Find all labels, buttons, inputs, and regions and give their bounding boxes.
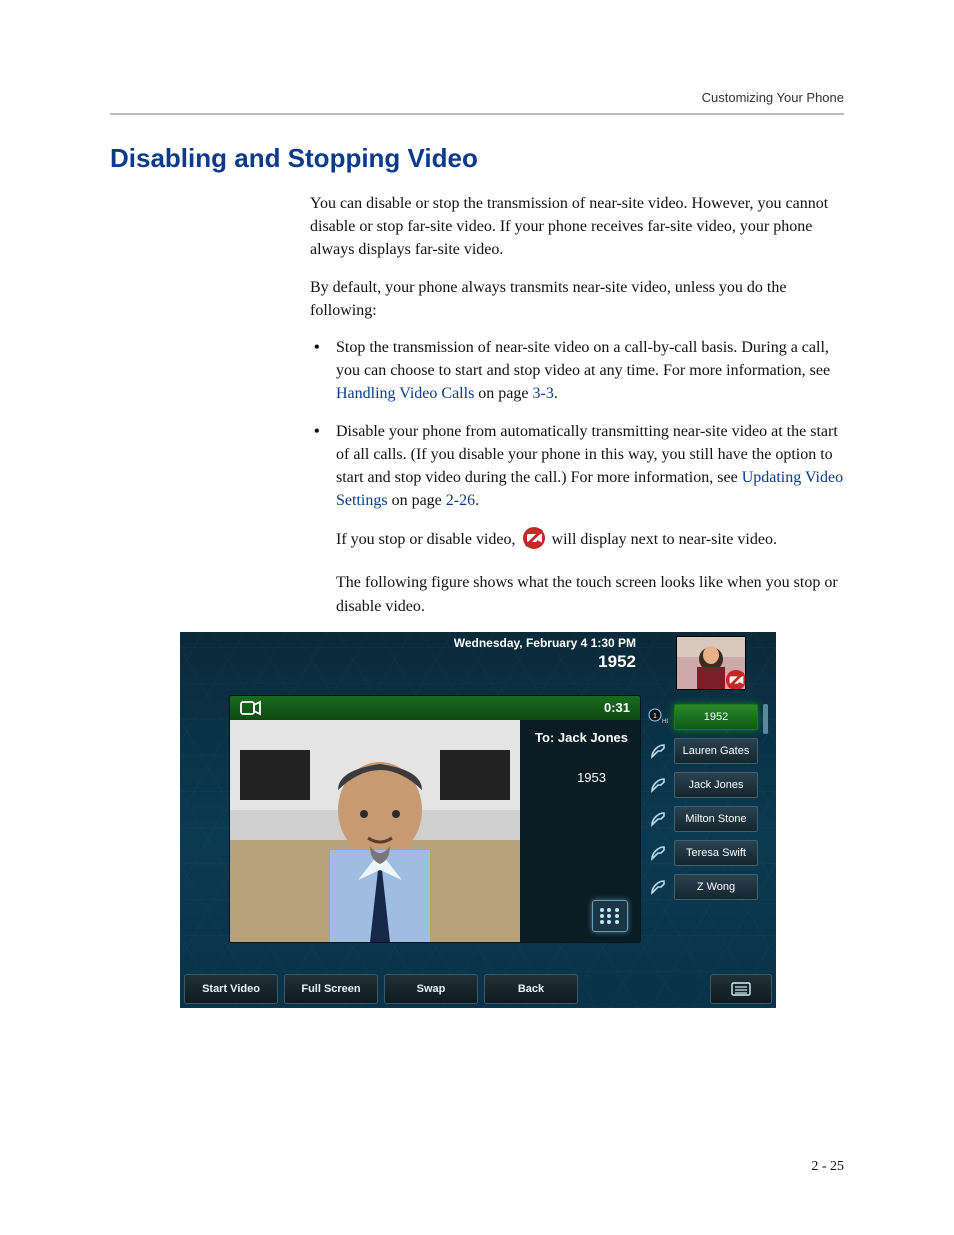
page-number: 2 - 25 [811, 1159, 844, 1175]
phone-screenshot-figure: Wednesday, February 4 1:30 PM 1952 [180, 632, 776, 1008]
call-info-pane: To: Jack Jones 1953 [520, 720, 640, 942]
speed-dial-button[interactable]: Milton Stone [674, 806, 758, 832]
section-heading: Disabling and Stopping Video [110, 143, 844, 174]
list-icon [730, 981, 752, 997]
running-header: Customizing Your Phone [110, 90, 844, 105]
list-item: Disable your phone from automatically tr… [310, 420, 844, 618]
text: on page [474, 385, 532, 402]
speed-dial-row: Milton Stone [648, 806, 758, 832]
text: . [475, 492, 479, 509]
header-rule [110, 113, 844, 115]
svg-text:HD: HD [662, 719, 668, 725]
speed-dial-icon [648, 810, 668, 828]
status-datetime: Wednesday, February 4 1:30 PM [454, 636, 636, 652]
speed-dial-button[interactable]: Lauren Gates [674, 738, 758, 764]
cross-ref-link[interactable]: Handling Video Calls [336, 385, 474, 402]
speed-dial-row: Z Wong [648, 874, 758, 900]
page-ref-link[interactable]: 3-3 [533, 385, 554, 402]
list-item: Stop the transmission of near-site video… [310, 336, 844, 406]
text: on page [388, 492, 446, 509]
keypad-button[interactable] [592, 900, 628, 932]
video-stopped-icon [725, 669, 746, 690]
call-to-label: To: Jack Jones [535, 730, 628, 745]
call-to-number: 1953 [577, 770, 606, 785]
page-ref-link[interactable]: 2-26 [446, 492, 475, 509]
softkey-swap[interactable]: Swap [384, 974, 478, 1004]
softkey-full-screen[interactable]: Full Screen [284, 974, 378, 1004]
line-hd-icon: 1 HD [648, 708, 668, 726]
paragraph: If you stop or disable video, will displ… [336, 526, 844, 557]
text: will display next to near-site video. [552, 531, 777, 548]
status-bar: Wednesday, February 4 1:30 PM 1952 [454, 636, 636, 674]
softkey-menu[interactable] [710, 974, 772, 1004]
video-stopped-icon [522, 526, 546, 557]
softkey-bar: Start Video Full Screen Swap Back [184, 974, 772, 1004]
keypad-icon [600, 908, 620, 924]
speed-dial-icon [648, 844, 668, 862]
body-column: You can disable or stop the transmission… [310, 192, 844, 618]
speed-dial-button[interactable]: Z Wong [674, 874, 758, 900]
contacts-column: 1 HD 1952 Lauren Gates Jack Jones Milton … [648, 704, 758, 908]
softkey-back[interactable]: Back [484, 974, 578, 1004]
active-call-card: 0:31 [230, 696, 640, 942]
line-key-active[interactable]: 1952 [674, 704, 758, 730]
speed-dial-icon [648, 742, 668, 760]
status-extension: 1952 [454, 651, 636, 673]
speed-dial-row: Teresa Swift [648, 840, 758, 866]
svg-text:1: 1 [653, 713, 657, 720]
text: . [554, 385, 558, 402]
text: Stop the transmission of near-site video… [336, 339, 830, 379]
speed-dial-button[interactable]: Jack Jones [674, 772, 758, 798]
call-header: 0:31 [230, 696, 640, 720]
paragraph: The following figure shows what the touc… [336, 571, 844, 617]
paragraph: You can disable or stop the transmission… [310, 192, 844, 262]
speed-dial-row: Lauren Gates [648, 738, 758, 764]
softkey-start-video[interactable]: Start Video [184, 974, 278, 1004]
camera-outline-icon [240, 700, 262, 716]
call-duration: 0:31 [604, 700, 630, 715]
pip-near-site-video[interactable] [676, 636, 746, 690]
text: If you stop or disable video, [336, 531, 520, 548]
speed-dial-row: Jack Jones [648, 772, 758, 798]
speed-dial-icon [648, 776, 668, 794]
speed-dial-icon [648, 878, 668, 896]
line-key-row: 1 HD 1952 [648, 704, 758, 730]
paragraph: By default, your phone always transmits … [310, 276, 844, 322]
bullet-list: Stop the transmission of near-site video… [310, 336, 844, 618]
scrollbar-indicator[interactable] [763, 704, 768, 734]
far-site-video[interactable] [230, 720, 520, 942]
speed-dial-button[interactable]: Teresa Swift [674, 840, 758, 866]
